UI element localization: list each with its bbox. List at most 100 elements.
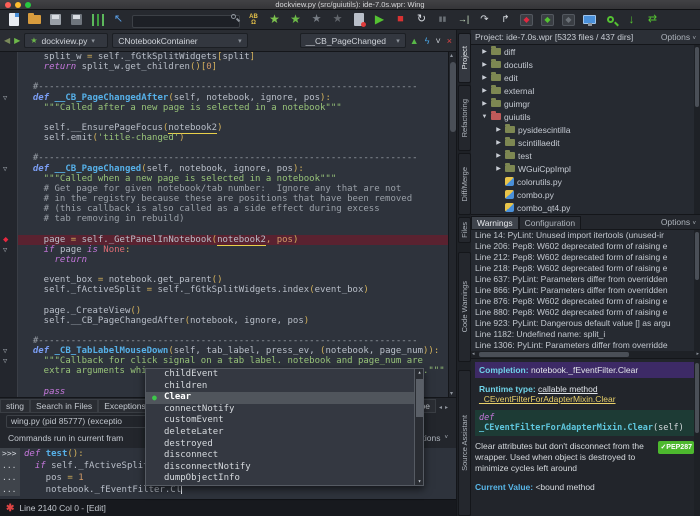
collapsed-arrow-icon[interactable]: ▶ <box>481 74 488 81</box>
stop-icon[interactable]: ■ <box>393 12 408 27</box>
code-line[interactable]: page._CreateView() <box>0 306 448 316</box>
side-tab-diff-merge[interactable]: Diff/Merge <box>458 153 471 215</box>
tree-item[interactable]: ▶test <box>471 149 700 162</box>
breakpoints-disabled-icon[interactable]: ◆ <box>561 12 576 27</box>
completion-item[interactable]: customEvent <box>146 415 423 427</box>
gutter[interactable] <box>0 377 18 387</box>
gutter[interactable] <box>0 387 18 397</box>
gutter[interactable] <box>0 255 18 265</box>
step-into-icon[interactable]: →| <box>456 12 471 27</box>
code-line[interactable]: self._fActiveSplit = self._fGtkSplitWidg… <box>0 285 448 295</box>
code-line[interactable] <box>0 72 448 82</box>
gutter[interactable] <box>0 103 18 113</box>
completion-item[interactable]: disconnectNotify <box>146 462 423 474</box>
collapsed-arrow-icon[interactable]: ▶ <box>481 87 488 94</box>
search-input[interactable] <box>132 15 240 28</box>
side-tab-source-assistant[interactable]: Source Assistant <box>458 370 471 516</box>
minimize-window-button[interactable] <box>15 2 21 8</box>
completion-item[interactable]: ●Clear <box>146 392 423 404</box>
scope-method-dropdown[interactable]: __CB_PageChanged ▾ <box>300 33 406 48</box>
error-indicator-icon[interactable]: ✱ <box>6 503 14 514</box>
step-over-icon[interactable]: ↷ <box>477 12 492 27</box>
warning-row[interactable]: Line 1306: PyLint: Parameters differ fro… <box>471 340 700 351</box>
gutter[interactable] <box>0 366 18 376</box>
code-line[interactable]: # in the registry because these are posi… <box>0 194 448 204</box>
warnings-hscrollbar[interactable]: ◂ ▸ <box>471 351 700 358</box>
tree-item[interactable]: ▶docutils <box>471 58 700 71</box>
save-all-icon[interactable] <box>69 12 84 27</box>
side-tab-project[interactable]: Project <box>458 33 471 83</box>
completion-item[interactable]: dumpObjectInfo <box>146 473 423 485</box>
gutter[interactable] <box>0 143 18 153</box>
bookmark-prev-star-icon[interactable]: ★ <box>309 12 324 27</box>
code-line[interactable] <box>0 265 448 275</box>
gutter[interactable] <box>0 306 18 316</box>
code-line[interactable]: ▽ """Callback for click signal on a tab … <box>0 356 448 366</box>
titlebar[interactable]: dockview.py (src/guiutils): ide-7.0s.wpr… <box>0 0 700 10</box>
goto-selection-icon[interactable]: ↖ <box>111 12 126 27</box>
bookmark-star-icon[interactable]: ★ <box>267 12 282 27</box>
warning-row[interactable]: Line 1182: Undefined name: split_i <box>471 329 700 340</box>
scroll-down-icon[interactable]: ▾ <box>450 390 453 397</box>
code-line[interactable]: ▽ def _CB_TabLabelMouseDown(self, tab_la… <box>0 346 448 356</box>
collapsed-arrow-icon[interactable]: ▶ <box>481 100 488 107</box>
gutter[interactable] <box>0 275 18 285</box>
tab-exceptions[interactable]: Exceptions <box>98 399 152 413</box>
pause-icon[interactable]: ▮▮ <box>435 12 450 27</box>
tree-item[interactable]: ▶scintillaedit <box>471 136 700 149</box>
close-window-button[interactable] <box>5 2 11 8</box>
code-line[interactable]: self.__CB_PageChangedAfter(notebook, ign… <box>0 316 448 326</box>
warning-row[interactable]: Line 218: Pep8: W602 deprecated form of … <box>471 263 700 274</box>
refresh-icon[interactable]: ⇄ <box>645 12 660 27</box>
tab-warnings[interactable]: Warnings <box>471 216 519 229</box>
bookmark-goto-star-icon[interactable]: ★ <box>288 12 303 27</box>
scroll-left-icon[interactable]: ◂ <box>472 351 475 358</box>
tab-search-in-files[interactable]: Search in Files <box>30 399 98 413</box>
code-line[interactable]: #---------------------------------------… <box>0 153 448 163</box>
gutter[interactable]: ▽ <box>0 356 18 366</box>
step-out-icon[interactable]: ↱ <box>498 12 513 27</box>
code-editor[interactable]: split_w = self._fGtkSplitWidgets[split] … <box>0 52 448 397</box>
side-tab-refactoring[interactable]: Refactoring <box>458 85 471 151</box>
zoom-window-button[interactable] <box>25 2 31 8</box>
fold-arrow-icon[interactable]: ▽ <box>3 93 7 103</box>
collapsed-arrow-icon[interactable]: ▶ <box>481 61 488 68</box>
scope-class-dropdown[interactable]: CNotebookContainer ▾ <box>112 33 247 48</box>
warning-row[interactable]: Line 212: Pep8: W602 deprecated form of … <box>471 252 700 263</box>
fold-arrow-icon[interactable]: ▽ <box>3 356 7 366</box>
run-icon[interactable]: ▶ <box>372 12 387 27</box>
clear-method-link[interactable]: _CEventFilterForAdapterMixin.Clear <box>479 394 616 404</box>
collapsed-arrow-icon[interactable]: ▶ <box>495 126 502 133</box>
scroll-up-icon[interactable]: ▴ <box>415 369 424 376</box>
completion-item[interactable]: connectNotify <box>146 404 423 416</box>
new-file-icon[interactable] <box>6 12 21 27</box>
gutter[interactable] <box>0 285 18 295</box>
fold-arrow-icon[interactable]: ▽ <box>3 164 7 174</box>
scroll-up-icon[interactable]: ▴ <box>450 52 453 59</box>
gutter[interactable] <box>0 326 18 336</box>
code-line[interactable]: """Called after a new page is selected i… <box>0 103 448 113</box>
gutter[interactable]: ◆ <box>0 235 18 245</box>
code-line[interactable] <box>0 143 448 153</box>
expanded-arrow-icon[interactable]: ▼ <box>481 114 488 120</box>
code-line[interactable]: ◆ page = self._GetPanelInNotebook(notebo… <box>0 235 448 245</box>
code-line[interactable] <box>0 295 448 305</box>
completion-item[interactable]: childEvent <box>146 369 423 381</box>
fold-arrow-icon[interactable]: ▽ <box>3 245 7 255</box>
tab-sting[interactable]: sting <box>0 399 30 413</box>
project-scrollbar[interactable] <box>694 45 700 214</box>
gutter[interactable] <box>0 72 18 82</box>
code-line[interactable]: ▽ def __CB_PageChanged(self, notebook, i… <box>0 164 448 174</box>
warning-row[interactable]: Line 876: Pep8: W602 deprecated form of … <box>471 296 700 307</box>
code-line[interactable] <box>0 113 448 123</box>
gutter[interactable] <box>0 336 18 346</box>
symbol-search-icon[interactable]: ABΩ <box>246 12 261 27</box>
debug-file-icon[interactable] <box>351 12 366 27</box>
debug-console-icon[interactable] <box>582 12 597 27</box>
gutter[interactable] <box>0 194 18 204</box>
gutter[interactable] <box>0 174 18 184</box>
side-tab-files[interactable]: Files <box>458 217 471 243</box>
next-file-arrow-icon[interactable]: ▶ <box>14 36 20 46</box>
warning-row[interactable]: Line 866: PyLint: Parameters differ from… <box>471 285 700 296</box>
gutter[interactable] <box>0 113 18 123</box>
